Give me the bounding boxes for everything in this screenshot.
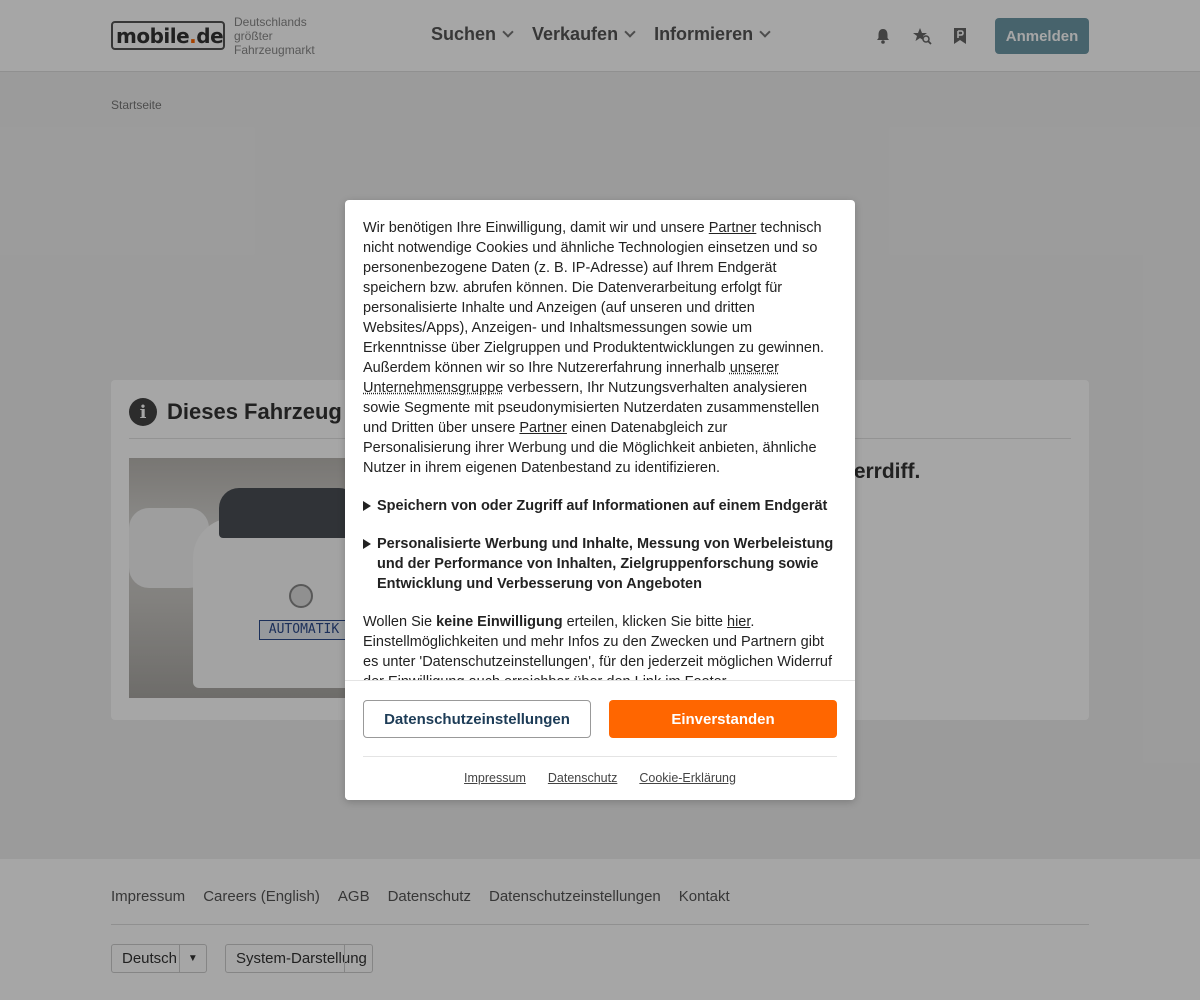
consent-actions: Datenschutzeinstellungen Einverstanden I… — [345, 680, 855, 800]
consent-link-impressum[interactable]: Impressum — [464, 771, 526, 785]
consent-decline-text: Wollen Sie keine Einwilligung erteilen, … — [363, 614, 832, 680]
consent-text-scroll[interactable]: Wir benötigen Ihre Einwilligung, damit w… — [345, 200, 855, 680]
consent-link-datenschutz[interactable]: Datenschutz — [548, 771, 617, 785]
consent-intro: Wir benötigen Ihre Einwilligung, damit w… — [363, 220, 825, 476]
consent-link-cookie[interactable]: Cookie-Erklärung — [639, 771, 736, 785]
partner-link-2[interactable]: Partner — [519, 420, 567, 436]
decline-link[interactable]: hier — [727, 614, 750, 630]
consent-divider — [363, 756, 837, 757]
accept-button[interactable]: Einverstanden — [609, 700, 837, 738]
disclosure-triangle-icon — [363, 539, 371, 549]
disclosure-triangle-icon — [363, 501, 371, 511]
partner-link[interactable]: Partner — [709, 220, 757, 236]
consent-links: Impressum Datenschutz Cookie-Erklärung — [345, 771, 855, 785]
purpose-device-access[interactable]: Speichern von oder Zugriff auf Informati… — [363, 496, 837, 516]
privacy-settings-button[interactable]: Datenschutzeinstellungen — [363, 700, 591, 738]
consent-dialog: Wir benötigen Ihre Einwilligung, damit w… — [345, 200, 855, 800]
purpose-personalised-ads[interactable]: Personalisierte Werbung und Inhalte, Mes… — [363, 534, 837, 594]
